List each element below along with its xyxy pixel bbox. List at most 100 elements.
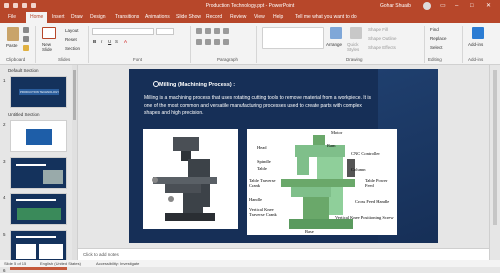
thumb-number: 6 xyxy=(3,268,6,273)
milling-machine-photo[interactable] xyxy=(143,129,238,229)
section-button[interactable]: Section xyxy=(65,46,80,51)
shape-effects-button[interactable]: Shape Effects xyxy=(368,45,396,50)
tab-home[interactable]: Home xyxy=(26,12,48,23)
tab-record[interactable]: Record xyxy=(206,14,222,20)
section-default[interactable]: Default Section xyxy=(8,68,39,73)
bold-icon[interactable]: B xyxy=(93,39,96,44)
shapes-gallery[interactable] xyxy=(262,27,324,49)
tab-view[interactable]: View xyxy=(254,14,265,20)
shape-fill-button[interactable]: Shape Fill xyxy=(368,27,388,32)
add-ins-group-label: Add-ins xyxy=(468,57,484,62)
label-cnc-controller: CNC Controller xyxy=(351,151,380,156)
underline-icon[interactable]: U xyxy=(108,39,111,44)
drawing-group-label: Drawing xyxy=(346,57,363,62)
arrange-button[interactable]: Arrange xyxy=(326,42,342,47)
add-ins-icon[interactable] xyxy=(472,27,484,39)
cut-icon[interactable] xyxy=(23,27,29,33)
add-ins-button[interactable]: Add-ins xyxy=(468,42,483,47)
format-painter-icon[interactable] xyxy=(23,45,29,51)
copy-icon[interactable] xyxy=(23,36,29,42)
tab-transitions[interactable]: Transitions xyxy=(115,14,139,20)
ribbon: Paste Clipboard New Slide Layout Reset S… xyxy=(0,23,500,65)
new-slide-icon[interactable] xyxy=(42,27,56,39)
slide-thumbnail-5[interactable] xyxy=(10,230,67,262)
tab-design[interactable]: Design xyxy=(90,14,106,20)
font-group-label: Font xyxy=(133,57,143,62)
status-bar: Slide 5 of 15 English (United States) Ac… xyxy=(0,260,500,267)
tab-tell-me[interactable]: Tell me what you want to do xyxy=(295,14,357,20)
avatar[interactable] xyxy=(423,2,431,10)
milling-machine-diagram[interactable]: Motor Head Ram CNC Controller Spindle Ta… xyxy=(247,129,397,235)
tab-slide-show[interactable]: Slide Show xyxy=(176,14,201,20)
justify-icon[interactable] xyxy=(223,39,229,45)
slide-thumbnail-1[interactable]: PRODUCTION TECHNOLOGY xyxy=(10,76,67,108)
label-head: Head xyxy=(257,145,267,150)
quick-styles-button[interactable]: Quick Styles xyxy=(347,42,363,52)
slide-body-text[interactable]: Milling is a machining process that uses… xyxy=(144,95,374,118)
tab-help[interactable]: Help xyxy=(273,14,283,20)
reset-button[interactable]: Reset xyxy=(65,37,77,42)
numbering-icon[interactable] xyxy=(205,28,211,34)
font-name-dropdown[interactable] xyxy=(92,28,154,35)
minimize-icon[interactable]: – xyxy=(455,2,458,10)
arrange-icon[interactable] xyxy=(330,27,342,39)
language-indicator[interactable]: English (United States) xyxy=(40,261,81,266)
label-vertical-knee-traverse-crank: Vertical Knee Traverse Crank xyxy=(249,207,277,217)
label-table-power-feed: Table Power Feed xyxy=(365,178,388,188)
tab-animations[interactable]: Animations xyxy=(145,14,170,20)
slide-thumbnail-4[interactable] xyxy=(10,193,67,225)
slide-thumbnail-3[interactable] xyxy=(10,157,67,189)
clipboard-group-label: Clipboard xyxy=(6,57,26,62)
bullets-icon[interactable] xyxy=(196,28,202,34)
layout-button[interactable]: Layout xyxy=(65,28,79,33)
user-name[interactable]: Gohar Shuaib xyxy=(380,3,411,9)
shadow-icon[interactable]: S xyxy=(115,39,118,44)
shape-outline-button[interactable]: Shape Outline xyxy=(368,36,397,41)
quick-styles-icon[interactable] xyxy=(350,27,362,39)
maximize-icon[interactable]: □ xyxy=(470,2,474,10)
close-icon[interactable]: ✕ xyxy=(486,2,491,10)
thumb1-title: PRODUCTION TECHNOLOGY xyxy=(20,90,60,94)
label-spindle: Spindle xyxy=(257,159,271,164)
tab-review[interactable]: Review xyxy=(230,14,246,20)
italic-icon[interactable]: I xyxy=(101,39,102,44)
replace-button[interactable]: Replace xyxy=(430,36,447,41)
increase-indent-icon[interactable] xyxy=(223,28,229,34)
notes-pane[interactable]: Click to add notes xyxy=(78,248,489,260)
paste-icon[interactable] xyxy=(7,27,19,41)
title-bar: Production Technology.ppt - PowerPoint G… xyxy=(0,0,500,12)
label-table: Table xyxy=(257,166,267,171)
label-column: Column xyxy=(351,167,366,172)
find-button[interactable]: Find xyxy=(430,27,439,32)
select-button[interactable]: Select xyxy=(430,45,443,50)
font-color-icon[interactable]: A xyxy=(124,39,127,44)
decrease-indent-icon[interactable] xyxy=(214,28,220,34)
section-untitled[interactable]: Untitled Section xyxy=(8,112,40,117)
label-table-traverse-crank: Table Traverse Crank xyxy=(249,178,276,188)
current-slide[interactable]: Milling (Machining Process) : Milling is… xyxy=(129,69,438,243)
font-size-dropdown[interactable] xyxy=(156,28,174,35)
paste-button[interactable]: Paste xyxy=(6,43,18,48)
thumbnails-scrollbar[interactable] xyxy=(72,65,77,260)
slide-thumbnails-pane: Default Section 1 PRODUCTION TECHNOLOGY … xyxy=(0,65,78,273)
label-vertical-knee-positioning-screw: Vertical Knee Positioning Screw xyxy=(335,215,394,220)
ribbon-display-options-icon[interactable]: ▭ xyxy=(440,2,446,10)
editing-group-label: Editing xyxy=(428,57,442,62)
label-cross-feed-handle: Cross Feed Handle xyxy=(355,199,390,204)
ribbon-tabs: File Home Insert Draw Design Transitions… xyxy=(0,12,500,23)
tab-draw[interactable]: Draw xyxy=(71,14,83,20)
label-motor: Motor xyxy=(331,130,343,135)
align-left-icon[interactable] xyxy=(196,39,202,45)
tab-insert[interactable]: Insert xyxy=(52,14,65,20)
thumb-number: 3 xyxy=(3,159,6,164)
new-slide-button[interactable]: New Slide xyxy=(42,42,56,52)
tab-file[interactable]: File xyxy=(8,14,16,20)
slide-thumbnail-2[interactable] xyxy=(10,120,67,152)
align-right-icon[interactable] xyxy=(214,39,220,45)
slide-canvas: Milling (Machining Process) : Milling is… xyxy=(78,65,489,248)
accessibility-indicator[interactable]: Accessibility: Investigate xyxy=(96,261,139,266)
align-center-icon[interactable] xyxy=(205,39,211,45)
slide-title[interactable]: Milling (Machining Process) : xyxy=(159,82,235,88)
thumb-number: 1 xyxy=(3,78,6,83)
slide-scrollbar[interactable] xyxy=(489,65,500,260)
